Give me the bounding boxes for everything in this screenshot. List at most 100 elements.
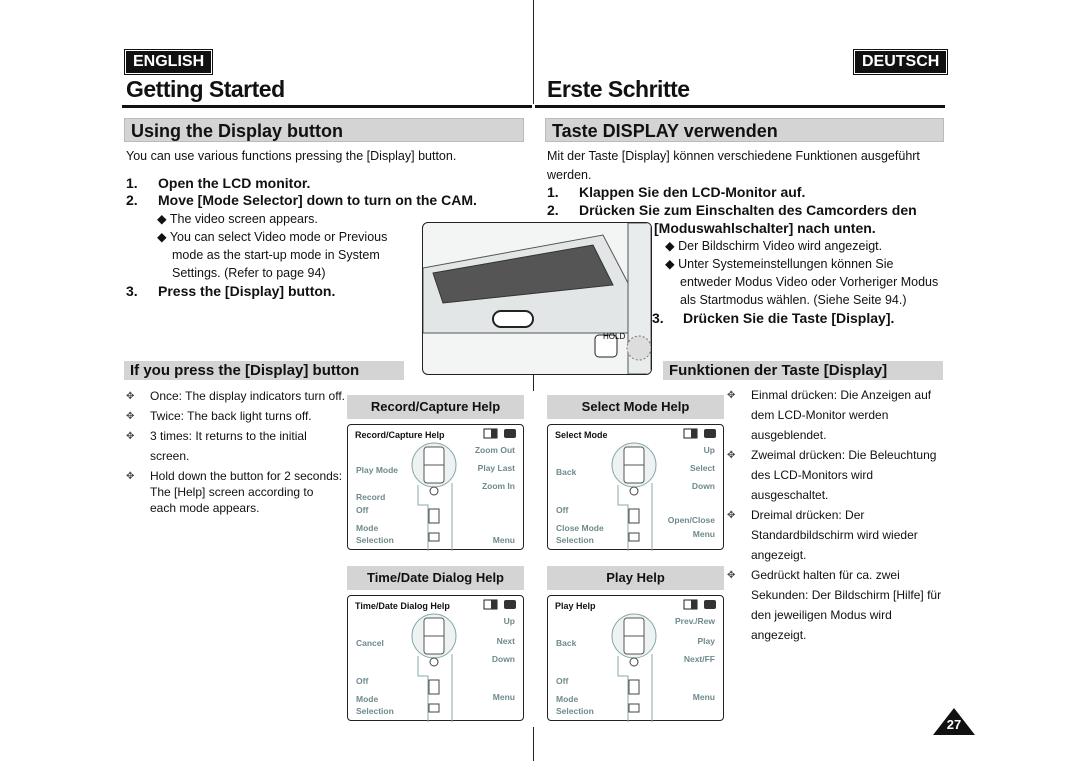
step-number: 1.: [126, 175, 138, 191]
step-number: 2.: [126, 192, 138, 208]
callout-label: Mode: [356, 694, 379, 704]
help-screen: Time/Date Dialog Help Cancel Off Mode Select…: [347, 595, 524, 722]
step-text: Klappen Sie den LCD-Monitor auf.: [579, 184, 806, 200]
title-rule-right: [535, 105, 945, 108]
step-text: [Moduswahlschalter] nach unten.: [654, 220, 876, 236]
center-divider-top: [533, 0, 534, 104]
callout-label: Selection: [556, 706, 594, 716]
list-item: Twice: The back light turns off.: [150, 409, 312, 423]
hold-label: HOLD: [603, 332, 625, 341]
callout-label: Up: [503, 616, 515, 626]
step-text: Drücken Sie die Taste [Display].: [683, 310, 895, 326]
bullet-text: ◆ The video screen appears.: [157, 212, 318, 226]
step-text: Drücken Sie zum Einschalten des Camcorde…: [579, 202, 917, 218]
callout-label: Up: [703, 445, 715, 455]
callout-label: Play Mode: [356, 465, 399, 475]
step-number: 2.: [547, 202, 559, 218]
camera-illustration: HOLD: [422, 222, 652, 375]
list-item: den jeweiligen Modus wird: [751, 608, 892, 622]
cross-bullet-icon: ✥: [126, 411, 135, 422]
step-number: 3.: [126, 283, 138, 299]
callout-label: Next/FF: [683, 654, 715, 664]
list-item: each mode appears.: [150, 501, 260, 515]
list-item: ausgeblendet.: [751, 428, 827, 442]
bullet-text: mode as the start-up mode in System: [172, 248, 380, 262]
list-item: Sekunden: Der Bildschirm [Hilfe] für: [751, 588, 942, 602]
list-item: angezeigt.: [751, 548, 807, 562]
callout-label: Zoom Out: [474, 445, 515, 455]
section-heading-en: Using the Display button: [124, 118, 524, 142]
help-panel-header: Select Mode Help: [547, 395, 724, 419]
callout-label: Select: [689, 463, 715, 473]
cross-bullet-icon: ✥: [126, 471, 135, 482]
callout-label: Back: [556, 638, 577, 648]
cross-bullet-icon: ✥: [727, 450, 736, 461]
cross-bullet-icon: ✥: [126, 431, 135, 442]
center-divider-bottom: [533, 727, 534, 761]
language-label-english: ENGLISH: [123, 49, 214, 75]
bullet-text: ◆ Unter Systemeinstellungen können Sie: [665, 257, 894, 271]
intro-de: Mit der Taste [Display] können verschied…: [547, 149, 920, 163]
step-text: Open the LCD monitor.: [158, 175, 311, 191]
title-rule-left: [122, 105, 532, 108]
intro-de: werden.: [547, 168, 592, 182]
subsection-heading-de: Funktionen der Taste [Display]: [663, 361, 943, 380]
callout-label: Off: [556, 505, 569, 515]
callout-label: Menu: [692, 692, 715, 702]
step-number: 1.: [547, 184, 559, 200]
intro-en: You can use various functions pressing t…: [126, 149, 457, 163]
callout-label: Menu: [492, 535, 515, 545]
help-panel-header: Record/Capture Help: [347, 395, 524, 419]
page-number: 27: [946, 717, 962, 732]
callout-label: Menu: [692, 529, 715, 539]
help-screen: Record/Capture Help Play Mode Record Off Mod…: [347, 424, 524, 551]
step-text: Press the [Display] button.: [158, 283, 336, 299]
callout-label: Record: [356, 492, 386, 502]
callout-label: Play Last: [477, 463, 515, 473]
bullet-text: ◆ Der Bildschirm Video wird angezeigt.: [665, 239, 883, 253]
cross-bullet-icon: ✥: [727, 510, 736, 521]
language-label-deutsch: DEUTSCH: [852, 49, 949, 75]
list-item: angezeigt.: [751, 628, 807, 642]
list-item: Zweimal drücken: Die Beleuchtung: [751, 448, 937, 462]
callout-label: Mode: [556, 694, 579, 704]
page-title-en: Getting Started: [126, 76, 285, 102]
list-item: screen.: [150, 449, 190, 463]
callout-label: Selection: [356, 706, 394, 716]
cross-bullet-icon: ✥: [727, 570, 736, 581]
callout-label: Open/Close: [667, 515, 715, 525]
help-panel-header: Play Help: [547, 566, 724, 590]
callout-label: Down: [491, 654, 515, 664]
page-title-de: Erste Schritte: [547, 76, 690, 102]
callout-label: Next: [496, 636, 515, 646]
callout-label: Off: [356, 505, 369, 515]
callout-label: Menu: [492, 692, 515, 702]
callout-label: Mode: [356, 523, 379, 533]
cross-bullet-icon: ✥: [727, 390, 736, 401]
manual-page: ENGLISH DEUTSCH Getting Started Erste Sc…: [0, 0, 1080, 764]
callout-label: Off: [356, 676, 369, 686]
bullet-text: ◆ You can select Video mode or Previous: [157, 230, 388, 244]
callout-label: Down: [691, 481, 715, 491]
list-item: Dreimal drücken: Der: [751, 508, 865, 522]
subsection-heading-en: If you press the [Display] button: [124, 361, 404, 380]
list-item: Einmal drücken: Die Anzeigen auf: [751, 388, 932, 402]
help-screen: Select Mode Back Off Close Mode Selection Up S…: [547, 424, 724, 551]
list-item: des LCD-Monitors wird: [751, 468, 874, 482]
callout-label: Zoom In: [481, 481, 515, 491]
callout-label: Prev./Rew: [674, 616, 715, 626]
callout-label: Play: [697, 636, 716, 646]
bullet-text: entweder Modus Video oder Vorheriger Mod…: [680, 275, 939, 289]
step-number: 3.: [652, 310, 664, 326]
bullet-text: Settings. (Refer to page 94): [172, 266, 326, 280]
list-item: dem LCD-Monitor werden: [751, 408, 889, 422]
callout-label: Close Mode: [556, 523, 604, 533]
list-item: ausgeschaltet.: [751, 488, 829, 502]
callout-label: Selection: [556, 535, 594, 545]
step-text: Move [Mode Selector] down to turn on the…: [158, 192, 477, 208]
callout-label: Off: [556, 676, 569, 686]
section-heading-de: Taste DISPLAY verwenden: [545, 118, 944, 142]
callout-label: Selection: [356, 535, 394, 545]
list-item: Standardbildschirm wird wieder: [751, 528, 918, 542]
bullet-text: als Startmodus wählen. (Siehe Seite 94.): [680, 293, 907, 307]
